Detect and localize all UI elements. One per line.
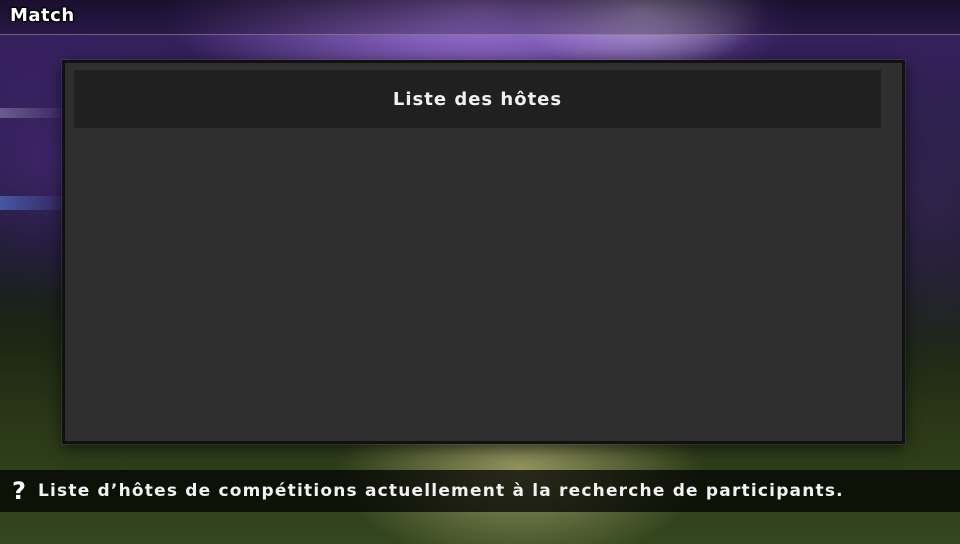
screen-title: Match [10,5,75,26]
background-stand-light [0,108,70,118]
top-bar: Match [0,0,960,35]
help-bar: ? Liste d’hôtes de compétitions actuelle… [0,470,960,512]
host-list[interactable] [74,133,881,429]
host-list-header: Liste des hôtes [74,70,881,128]
host-list-panel: Liste des hôtes [62,60,905,444]
question-mark-icon: ? [12,477,26,505]
host-list-title: Liste des hôtes [392,88,563,110]
background-stand-light [0,196,70,210]
help-text: Liste d’hôtes de compétitions actuelleme… [38,481,844,501]
